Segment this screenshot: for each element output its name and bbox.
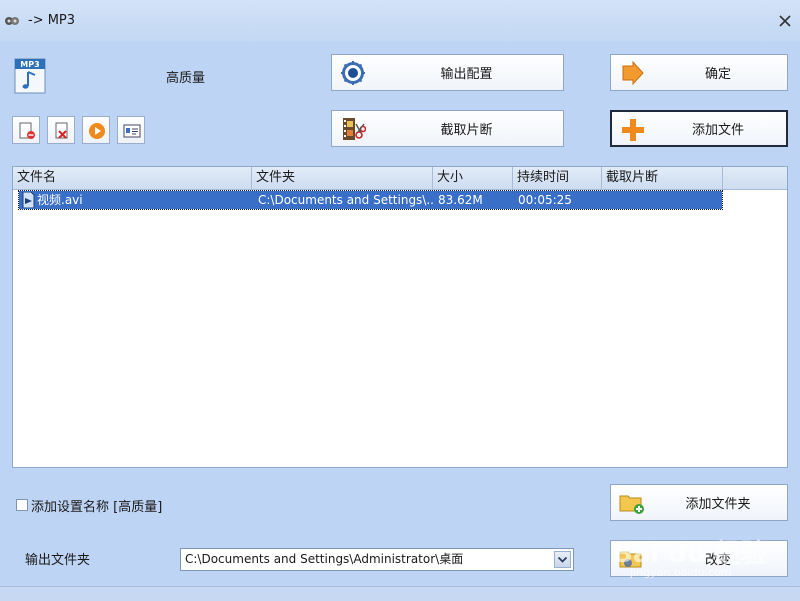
quality-label: 高质量	[166, 71, 206, 86]
cell-folder: C:\Documents and Settings\...	[258, 193, 434, 207]
file-list[interactable]: 文件名 文件夹 大小 持续时间 截取片断 视频.avi C:\Documents…	[12, 166, 788, 468]
cell-trim	[607, 191, 717, 209]
add-folder-label: 添加文件夹	[685, 497, 751, 512]
close-icon[interactable]	[776, 12, 794, 30]
cell-duration: 00:05:25	[518, 193, 572, 207]
info-card-icon	[123, 124, 141, 138]
add-folder-button[interactable]: 添加文件夹	[610, 484, 788, 521]
chevron-down-icon[interactable]	[554, 551, 571, 568]
window-bottom-edge	[0, 586, 800, 601]
play-icon	[89, 123, 105, 139]
mp3-badge-text: MP3	[20, 60, 39, 69]
column-header-size[interactable]: 大小	[433, 167, 513, 189]
add-setting-name-checkbox[interactable]	[16, 499, 28, 511]
confirm-button[interactable]: 确定	[610, 54, 788, 91]
output-config-label: 输出配置	[440, 67, 493, 82]
output-folder-path: C:\Documents and Settings\Administrator\…	[185, 552, 464, 566]
file-list-header: 文件名 文件夹 大小 持续时间 截取片断	[13, 167, 787, 190]
trim-button[interactable]: 截取片断	[331, 110, 564, 147]
table-row[interactable]: 视频.avi C:\Documents and Settings\... 83.…	[18, 190, 723, 210]
confirm-label: 确定	[704, 67, 731, 82]
column-header-filename[interactable]: 文件名	[13, 167, 252, 189]
trim-label: 截取片断	[440, 123, 493, 138]
add-file-label: 添加文件	[691, 123, 744, 138]
window-title: -> MP3	[28, 13, 76, 28]
clear-list-button[interactable]	[47, 116, 75, 144]
column-header-folder[interactable]: 文件夹	[252, 167, 433, 189]
cell-filename: 视频.avi	[37, 193, 83, 207]
play-button[interactable]	[82, 116, 110, 144]
output-config-button[interactable]: 输出配置	[331, 54, 564, 91]
change-label: 改变	[704, 553, 731, 568]
delete-document-icon	[55, 122, 68, 139]
remove-file-button[interactable]	[12, 116, 40, 144]
change-button[interactable]: 改变	[610, 540, 788, 577]
output-folder-label: 输出文件夹	[25, 553, 91, 568]
column-header-duration[interactable]: 持续时间	[513, 167, 602, 189]
cell-size: 83.62M	[438, 193, 483, 207]
mp3-format-icon: MP3	[14, 58, 46, 94]
app-icon	[5, 17, 19, 25]
video-file-icon	[22, 192, 35, 208]
output-folder-select[interactable]: C:\Documents and Settings\Administrator\…	[180, 548, 574, 571]
add-setting-name-label[interactable]: 添加设置名称 [高质量]	[31, 496, 162, 515]
remove-document-icon	[19, 122, 35, 139]
media-info-button[interactable]	[117, 116, 145, 144]
column-header-trim[interactable]: 截取片断	[602, 167, 723, 189]
add-file-button[interactable]: 添加文件	[610, 110, 788, 147]
title-bar: -> MP3	[0, 0, 800, 42]
